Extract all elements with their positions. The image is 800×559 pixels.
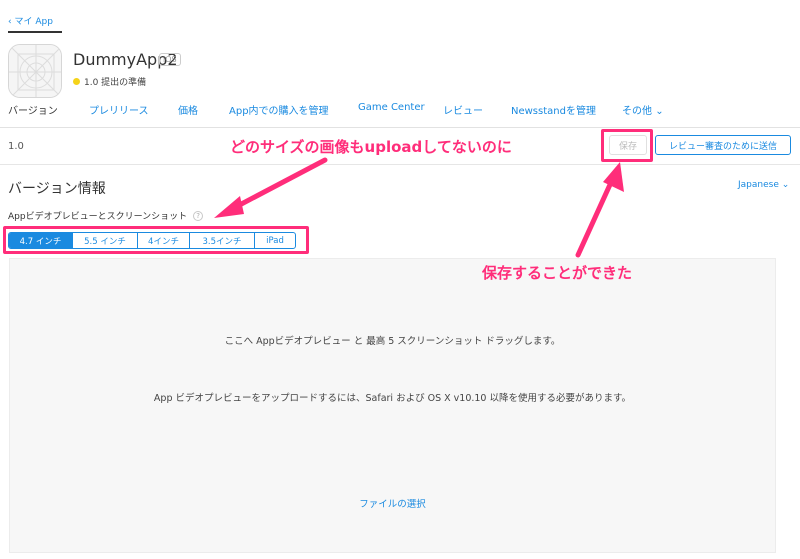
back-label: マイ App: [14, 17, 53, 27]
dropzone-instruction: ここへ Appビデオプレビュー と 最高 5 スクリーンショット ドラッグします…: [224, 336, 561, 347]
version-number: 1.0: [8, 141, 24, 152]
app-icon: [8, 44, 62, 98]
annotation-note-top: どのサイズの画像もuploadしてないのに: [230, 138, 512, 156]
back-link[interactable]: ‹ マイ App: [8, 14, 53, 27]
tab-more-label: その他: [622, 106, 652, 117]
dropzone-requirement-note: App ビデオプレビューをアップロードするには、Safari および OS X …: [153, 393, 632, 404]
active-tab-indicator: [8, 31, 62, 33]
language-value: Japanese: [738, 180, 779, 190]
tab-more[interactable]: その他 ⌄: [622, 102, 664, 117]
tab-in-app-purchases[interactable]: App内での購入を管理: [229, 102, 329, 117]
tab-reviews[interactable]: レビュー: [443, 102, 483, 117]
chevron-down-icon: ⌄: [781, 180, 790, 190]
language-select[interactable]: Japanese ⌄: [738, 180, 789, 190]
tab-pricing[interactable]: 価格: [178, 102, 198, 117]
app-icon-placeholder-graphic: [9, 45, 61, 97]
annotation-note-save: 保存することができた: [482, 264, 633, 282]
tab-game-center[interactable]: Game Center: [358, 102, 425, 113]
tab-newsstand[interactable]: Newsstandを管理: [511, 102, 596, 117]
annotation-arrow-up: [575, 175, 616, 258]
choose-file-link[interactable]: ファイルの選択: [9, 496, 776, 510]
preview-label: Appビデオプレビューとスクリーンショット ?: [8, 209, 204, 222]
submit-for-review-button[interactable]: レビュー審査のために送信: [655, 135, 791, 155]
annotation-box-save: [601, 129, 653, 162]
status-dot-icon: [73, 78, 80, 85]
help-icon[interactable]: ?: [193, 210, 204, 221]
section-title: バージョン情報: [8, 181, 106, 197]
app-status: 1.0 提出の準備: [73, 75, 146, 88]
preview-label-text: Appビデオプレビューとスクリーンショット: [8, 212, 188, 222]
annotation-box-device-tabs: [3, 226, 309, 254]
tab-prerelease[interactable]: プレリリース: [89, 102, 149, 117]
chevron-left-icon: ‹: [8, 17, 12, 27]
annotation-arrowhead-up: [603, 162, 624, 192]
status-text: 1.0 提出の準備: [84, 78, 147, 88]
chevron-down-icon: ⌄: [655, 106, 664, 117]
annotation-arrow-left: [227, 157, 328, 213]
platform-badge: iOS: [159, 53, 181, 66]
tab-bar: バージョン プレリリース 価格 App内での購入を管理 Game Center …: [0, 94, 800, 128]
tab-version[interactable]: バージョン: [8, 102, 58, 117]
annotation-arrowhead-left: [214, 196, 244, 218]
